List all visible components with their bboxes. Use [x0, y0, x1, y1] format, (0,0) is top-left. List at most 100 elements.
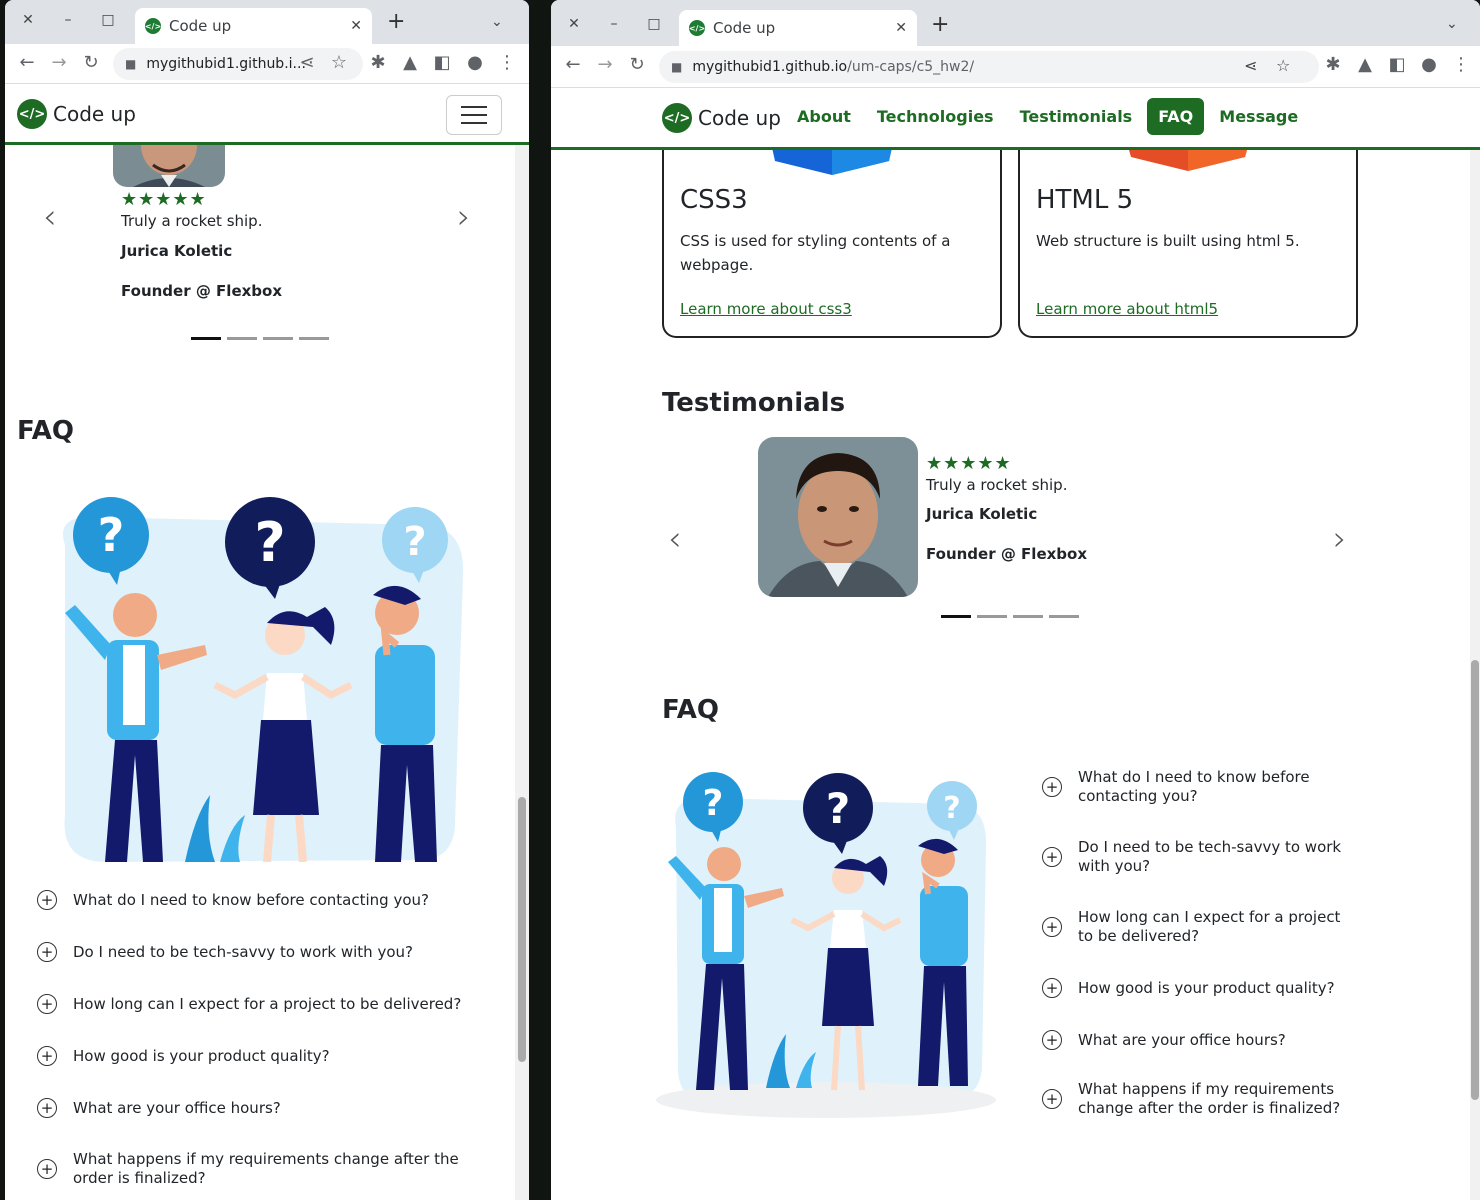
minimize-window-icon[interactable]: – — [58, 12, 78, 28]
navbar-toggler-hamburger-icon[interactable] — [446, 95, 502, 135]
extensions-icon[interactable]: ✱ — [1321, 54, 1345, 75]
expand-plus-icon[interactable]: + — [1042, 1089, 1062, 1109]
carousel-next-icon[interactable]: › — [1333, 519, 1347, 559]
close-tab-icon[interactable]: ✕ — [895, 20, 907, 36]
expand-plus-icon[interactable]: + — [1042, 917, 1062, 937]
faq-item[interactable]: + What are your office hours? — [37, 1082, 497, 1134]
faq-item[interactable]: + What do I need to know before contactin… — [37, 874, 497, 926]
carousel-indicator[interactable] — [263, 337, 293, 340]
lab-icon[interactable]: ▲ — [1353, 54, 1377, 75]
testimonial-role: Founder @ Flexbox — [121, 282, 283, 300]
expand-plus-icon[interactable]: + — [37, 890, 57, 910]
forward-icon[interactable]: → — [593, 54, 617, 75]
code-logo-icon: </> — [17, 99, 47, 129]
profile-icon[interactable]: ● — [1417, 54, 1441, 75]
lock-icon: ■ — [125, 57, 137, 71]
carousel-indicator[interactable] — [299, 337, 329, 340]
page-scrollbar[interactable] — [515, 85, 529, 1200]
lab-icon[interactable]: ▲ — [398, 52, 422, 73]
faq-item[interactable]: + Do I need to be tech-savvy to work with… — [37, 926, 497, 978]
share-icon[interactable]: ⋖ — [295, 52, 319, 73]
side-panel-icon[interactable]: ◧ — [1385, 54, 1409, 75]
back-icon[interactable]: ← — [15, 52, 39, 73]
tab-search-chevron-icon[interactable]: ⌄ — [1446, 16, 1458, 32]
carousel-indicator[interactable] — [941, 615, 971, 618]
faq-question: What are your office hours? — [73, 1099, 281, 1117]
expand-plus-icon[interactable]: + — [1042, 978, 1062, 998]
url-host: mygithubid1.github.io — [692, 59, 848, 75]
reload-icon[interactable]: ↻ — [79, 52, 103, 73]
bookmark-star-icon[interactable]: ☆ — [1276, 56, 1290, 75]
nav-about[interactable]: About — [786, 98, 862, 135]
expand-plus-icon[interactable]: + — [37, 942, 57, 962]
close-window-icon[interactable]: ✕ — [564, 16, 584, 32]
expand-plus-icon[interactable]: + — [1042, 847, 1062, 867]
learn-more-html5-link[interactable]: Learn more about html5 — [1036, 300, 1218, 318]
close-window-icon[interactable]: ✕ — [18, 12, 38, 28]
minimize-window-icon[interactable]: – — [604, 16, 624, 32]
faq-item[interactable]: + How good is your product quality? — [1042, 962, 1342, 1014]
maximize-window-icon[interactable]: □ — [644, 16, 664, 32]
faq-question: Do I need to be tech-savvy to work with … — [73, 943, 413, 961]
forward-icon[interactable]: → — [47, 52, 71, 73]
brand[interactable]: </> Code up — [17, 99, 136, 129]
brand[interactable]: </> Code up — [662, 103, 781, 133]
faq-question: How good is your product quality? — [73, 1047, 330, 1065]
bookmark-star-icon[interactable]: ☆ — [327, 52, 351, 73]
browser-window-narrow: ✕ – □ </> Code up ✕ + ⌄ ← → ↻ ■ mygithub… — [5, 0, 529, 1200]
share-icon[interactable]: ⋖ — [1244, 56, 1257, 75]
carousel-prev-icon[interactable]: ‹ — [668, 519, 682, 559]
faq-item[interactable]: + What do I need to know before contactin… — [1042, 752, 1342, 822]
expand-plus-icon[interactable]: + — [37, 1098, 57, 1118]
address-bar[interactable]: ■ mygithubid1.github.i... — [113, 48, 363, 80]
new-tab-icon[interactable]: + — [387, 11, 405, 33]
svg-text:?: ? — [254, 511, 285, 574]
expand-plus-icon[interactable]: + — [1042, 777, 1062, 797]
faq-item[interactable]: + How long can I expect for a project to … — [1042, 892, 1342, 962]
address-bar[interactable]: ■ mygithubid1.github.io/um-caps/c5_hw2/ … — [659, 51, 1319, 83]
carousel-indicator[interactable] — [1013, 615, 1043, 618]
tab-search-chevron-icon[interactable]: ⌄ — [491, 14, 503, 30]
card-title: CSS3 — [680, 185, 748, 215]
side-panel-icon[interactable]: ◧ — [430, 52, 454, 73]
maximize-window-icon[interactable]: □ — [98, 12, 118, 28]
carousel-prev-icon[interactable]: ‹ — [43, 197, 57, 237]
browser-toolbar: ← → ↻ ■ mygithubid1.github.io/um-caps/c5… — [551, 46, 1480, 88]
browser-menu-icon[interactable]: ⋮ — [1449, 54, 1473, 75]
faq-item[interactable]: + What happens if my requirements change … — [1042, 1066, 1342, 1132]
nav-technologies[interactable]: Technologies — [866, 98, 1005, 135]
nav-testimonials[interactable]: Testimonials — [1009, 98, 1144, 135]
reload-icon[interactable]: ↻ — [625, 54, 649, 75]
browser-tab[interactable]: </> Code up ✕ — [679, 10, 917, 46]
new-tab-icon[interactable]: + — [931, 14, 949, 36]
browser-tab[interactable]: </> Code up ✕ — [135, 8, 372, 44]
faq-item[interactable]: + How long can I expect for a project to … — [37, 978, 497, 1030]
learn-more-css3-link[interactable]: Learn more about css3 — [680, 300, 852, 318]
carousel-indicator[interactable] — [977, 615, 1007, 618]
faq-item[interactable]: + What happens if my requirements change … — [37, 1134, 497, 1200]
browser-menu-icon[interactable]: ⋮ — [495, 52, 519, 73]
expand-plus-icon[interactable]: + — [37, 994, 57, 1014]
faq-question: What do I need to know before contacting… — [1078, 768, 1310, 805]
nav-message[interactable]: Message — [1208, 98, 1309, 135]
scrollbar-thumb[interactable] — [518, 797, 526, 1062]
page-scrollbar[interactable] — [1470, 88, 1480, 1200]
expand-plus-icon[interactable]: + — [1042, 1030, 1062, 1050]
carousel-indicator[interactable] — [227, 337, 257, 340]
carousel-next-icon[interactable]: › — [457, 197, 471, 237]
extensions-icon[interactable]: ✱ — [366, 52, 390, 73]
faq-item[interactable]: + What are your office hours? — [1042, 1014, 1342, 1066]
profile-icon[interactable]: ● — [463, 52, 487, 73]
close-tab-icon[interactable]: ✕ — [350, 18, 362, 34]
carousel-indicator[interactable] — [191, 337, 221, 340]
faq-item[interactable]: + Do I need to be tech-savvy to work with… — [1042, 822, 1342, 892]
back-icon[interactable]: ← — [561, 54, 585, 75]
carousel-indicator[interactable] — [1049, 615, 1079, 618]
web-page: </> Code up ‹ › ★★★★★ Truly a rocket shi… — [5, 85, 529, 1200]
expand-plus-icon[interactable]: + — [37, 1046, 57, 1066]
browser-toolbar: ← → ↻ ■ mygithubid1.github.i... ⋖ ☆ ✱ ▲ … — [5, 44, 529, 84]
scrollbar-thumb[interactable] — [1471, 660, 1479, 1100]
expand-plus-icon[interactable]: + — [37, 1159, 57, 1179]
faq-item[interactable]: + How good is your product quality? — [37, 1030, 497, 1082]
nav-faq[interactable]: FAQ — [1147, 98, 1205, 135]
